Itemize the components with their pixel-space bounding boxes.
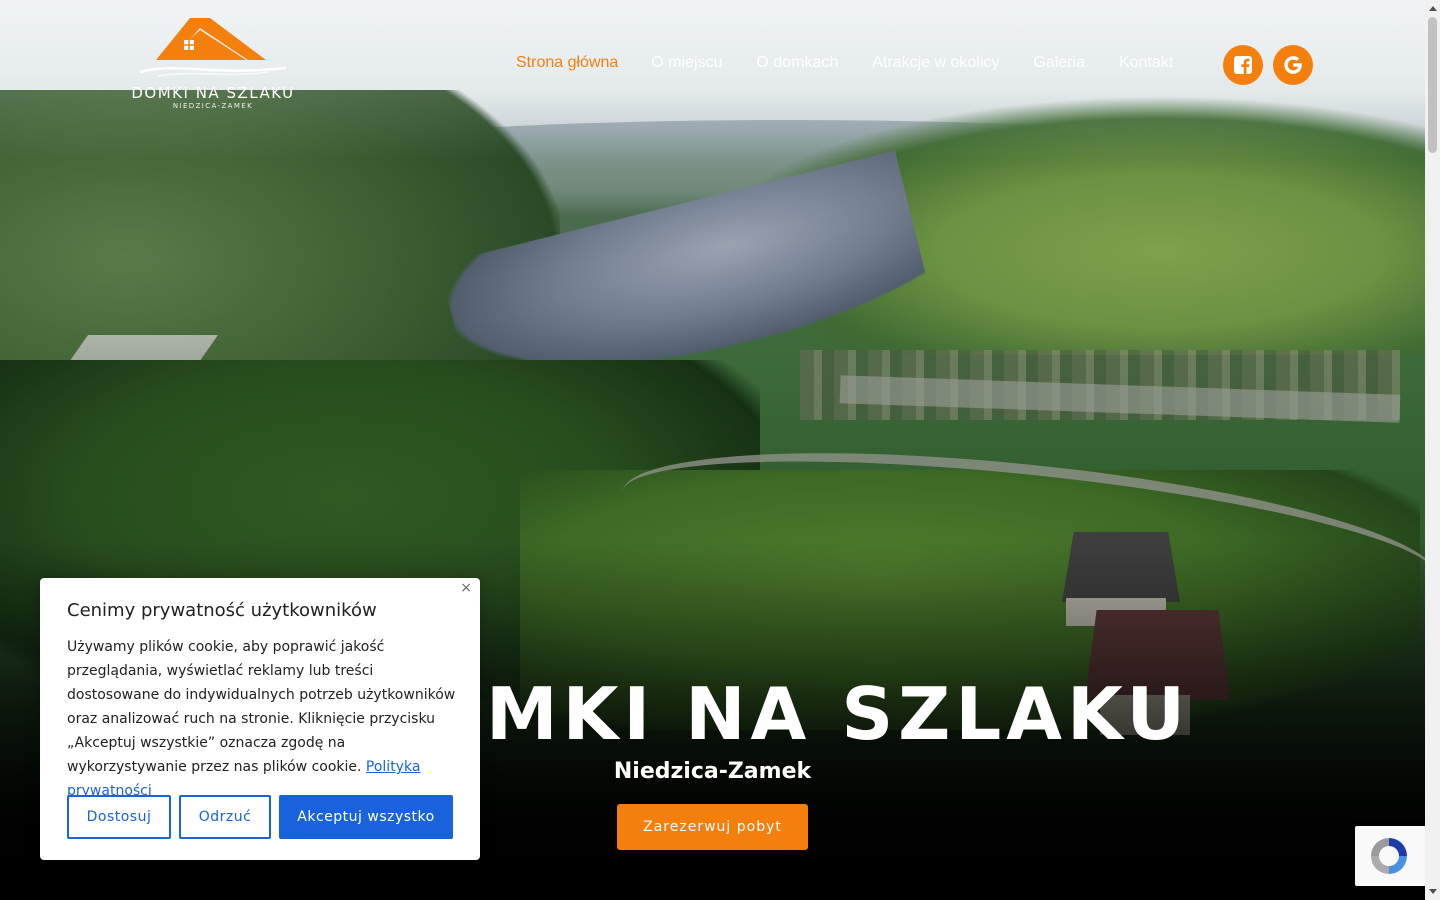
google-button[interactable]	[1273, 45, 1313, 85]
nav-item-gallery[interactable]: Galeria	[1033, 54, 1085, 72]
scrollbar-thumb[interactable]	[1428, 17, 1437, 153]
scroll-down-icon[interactable]	[1429, 889, 1437, 894]
nav-item-about-place[interactable]: O miejscu	[651, 54, 722, 72]
book-stay-button[interactable]: Zarezerwuj pobyt	[617, 804, 808, 850]
customize-button[interactable]: Dostosuj	[67, 795, 171, 839]
cookie-text: Używamy plików cookie, aby poprawić jako…	[67, 635, 462, 803]
nav-item-home[interactable]: Strona główna	[516, 54, 618, 72]
nav-item-contact[interactable]: Kontakt	[1119, 54, 1173, 72]
reject-button[interactable]: Odrzuć	[179, 795, 271, 839]
facebook-button[interactable]	[1223, 45, 1263, 85]
recaptcha-icon	[1371, 838, 1407, 874]
nav-item-about-cottages[interactable]: O domkach	[756, 54, 838, 72]
cookie-title: Cenimy prywatność użytkowników	[67, 600, 377, 621]
logo-subtitle: NIEDZICA-ZAMEK	[172, 102, 254, 110]
page-scrollbar[interactable]	[1425, 0, 1440, 900]
house-logo-icon	[139, 18, 287, 77]
facebook-icon	[1234, 56, 1252, 74]
site-logo[interactable]: DOMKI NA SZLAKU NIEDZICA-ZAMEK	[120, 16, 306, 112]
close-icon[interactable]: ×	[460, 580, 472, 596]
cookie-body: Używamy plików cookie, aby poprawić jako…	[67, 639, 456, 775]
logo-name: DOMKI NA SZLAKU	[131, 84, 295, 102]
main-nav: Strona główna O miejscu O domkach Atrakc…	[516, 54, 1173, 72]
nav-item-attractions[interactable]: Atrakcje w okolicy	[872, 54, 999, 72]
accept-all-button[interactable]: Akceptuj wszystko	[279, 795, 453, 839]
scroll-up-icon[interactable]	[1429, 6, 1437, 11]
cookie-consent-dialog: × Cenimy prywatność użytkowników Używamy…	[40, 578, 480, 860]
google-icon	[1284, 56, 1302, 74]
